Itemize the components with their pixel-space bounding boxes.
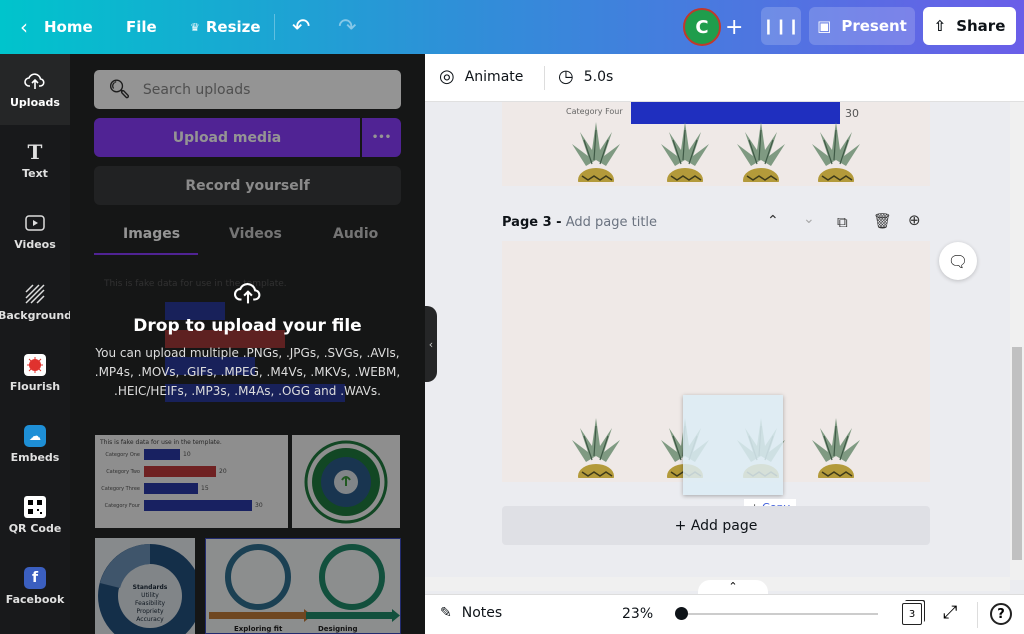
divider (544, 66, 545, 90)
chart-category-label: Category Four (566, 107, 623, 116)
divider (977, 602, 978, 628)
page-2-canvas[interactable]: Category Four 30 (502, 102, 930, 186)
add-comment-button[interactable]: 🗨︎ (939, 242, 977, 280)
undo-icon[interactable]: ↶ (292, 0, 310, 54)
duplicate-page-icon[interactable]: ⧉ (837, 213, 848, 231)
dragged-upload-preview[interactable] (683, 395, 783, 495)
chevron-left-icon: ‹ (428, 337, 434, 351)
avatar[interactable]: C (683, 8, 721, 46)
collapse-panel-handle[interactable]: ‹ (425, 306, 437, 382)
crown-icon: ♛ (190, 20, 200, 34)
zoom-percentage[interactable]: 23% (622, 606, 653, 622)
chevron-left-icon: ‹ (20, 15, 28, 39)
pineapple (570, 120, 622, 186)
home-button[interactable]: ‹ Home (20, 0, 93, 54)
drop-zone-message: Drop to upload your file You can upload … (70, 280, 425, 401)
fullscreen-icon[interactable]: ⤢ (943, 602, 957, 623)
pineapple (810, 416, 862, 482)
help-icon[interactable]: ? (990, 603, 1012, 625)
bar-chart-icon: ❙❙❙ (762, 17, 800, 35)
vertical-scrollbar[interactable] (1010, 102, 1024, 580)
present-button[interactable]: ▣ Present (809, 7, 915, 45)
share-button[interactable]: ⇧ Share (923, 7, 1016, 45)
video-icon (24, 212, 46, 234)
animate-button[interactable]: ◎ Animate (439, 66, 523, 87)
cloud-upload-icon (70, 280, 425, 310)
duration-button[interactable]: ◷ 5.0s (558, 66, 613, 87)
present-icon: ▣ (817, 17, 832, 35)
rail-item-qr-code[interactable]: QR Code (0, 480, 70, 551)
rail-item-background[interactable]: Background (0, 267, 72, 338)
pineapple (570, 416, 622, 482)
drop-description: You can upload multiple .PNGs, .JPGs, .S… (94, 346, 401, 398)
drop-title: Drop to upload your file (133, 316, 362, 336)
chart-value-label: 30 (845, 107, 859, 120)
rail-item-facebook[interactable]: f Facebook (0, 551, 70, 622)
embeds-icon: ☁ (24, 425, 46, 447)
comment-icon: 🗨︎ (947, 251, 969, 271)
rail-item-flourish[interactable]: Flourish (0, 338, 70, 409)
uploads-panel: 🔍︎ Search uploads Upload media ••• Record… (70, 54, 425, 634)
bottom-bar: ✎ Notes 23% 3 ⤢ ? (425, 594, 1024, 634)
rail-item-videos[interactable]: Videos (0, 196, 70, 267)
background-icon (24, 283, 46, 305)
pineapple (659, 120, 711, 186)
text-icon: T (27, 140, 43, 164)
delete-page-icon[interactable]: 🗑︎ (873, 212, 892, 230)
page-count-button[interactable]: 3 (902, 603, 922, 625)
page-number-label: Page 3 - (502, 215, 562, 230)
qr-code-icon (24, 496, 46, 518)
resize-button[interactable]: ♛ Resize (190, 0, 261, 54)
pineapple (810, 120, 862, 186)
insights-button[interactable]: ❙❙❙ (761, 7, 801, 45)
pineapple (735, 120, 787, 186)
clock-icon: ◷ (558, 66, 574, 87)
divider (274, 14, 275, 40)
file-menu[interactable]: File (126, 0, 157, 54)
redo-icon[interactable]: ↷ (338, 0, 356, 54)
top-bar: ‹ Home File ♛ Resize ↶ ↷ C + ❙❙❙ ▣ Present … (0, 0, 1024, 54)
add-page-button[interactable]: + Add page (502, 506, 930, 545)
page-title-input[interactable]: Add page title (566, 215, 657, 230)
add-page-icon[interactable]: ⊕ (908, 211, 921, 229)
facebook-icon: f (24, 567, 46, 589)
notes-button[interactable]: ✎ Notes (440, 605, 502, 621)
page-3-header: Page 3 - Add page title (502, 215, 657, 230)
rail-item-embeds[interactable]: ☁ Embeds (0, 409, 70, 480)
canvas-toolbar: ◎ Animate ◷ 5.0s (425, 54, 1024, 102)
add-collaborator-icon[interactable]: + (725, 0, 743, 54)
scrollbar-thumb[interactable] (1012, 347, 1022, 560)
notes-icon: ✎ (440, 605, 452, 621)
share-upload-icon: ⇧ (933, 17, 947, 35)
rail-item-text[interactable]: T Text (0, 125, 70, 196)
chevron-up-icon: ⌃ (728, 580, 738, 593)
animate-icon: ◎ (439, 66, 455, 87)
flourish-icon (24, 354, 46, 376)
rail-item-uploads[interactable]: Uploads (0, 54, 70, 125)
move-page-up-icon[interactable]: ⌃ (767, 213, 779, 229)
side-rail: Uploads T Text Videos Background Flourish… (0, 54, 72, 634)
move-page-down-icon[interactable]: ⌄ (803, 211, 815, 227)
cloud-upload-icon (24, 70, 46, 92)
zoom-slider[interactable] (675, 607, 878, 620)
zoom-slider-handle[interactable] (675, 607, 688, 620)
